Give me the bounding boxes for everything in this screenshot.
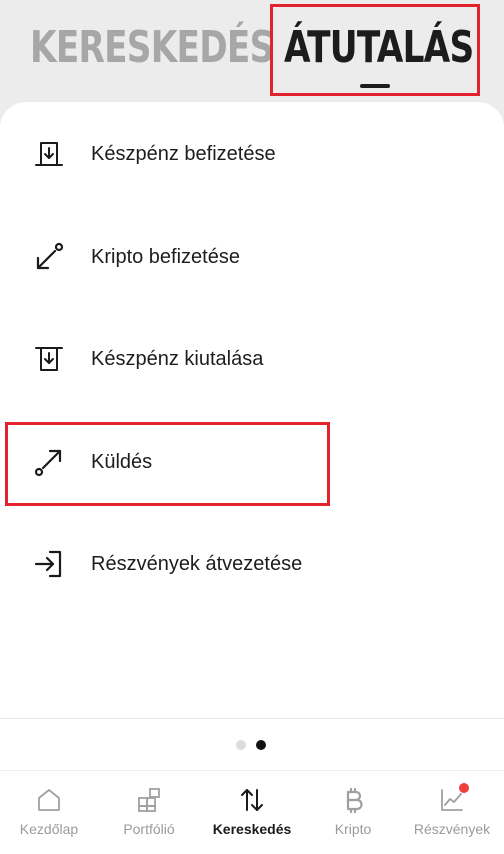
notification-badge — [459, 783, 469, 793]
menu-item-send[interactable]: Küldés — [0, 422, 504, 502]
bottom-nav: Kezdőlap Portfólió Kereskedés Kripto Rés… — [0, 770, 504, 854]
menu-item-label: Küldés — [91, 450, 153, 473]
nav-label: Kezdőlap — [19, 821, 79, 837]
nav-label: Kripto — [334, 821, 372, 837]
cash-deposit-icon — [32, 137, 66, 171]
app-screen: KERESKEDÉS ÁTUTALÁS Készpénz befizetése — [0, 0, 504, 854]
portfolio-icon — [134, 785, 164, 815]
menu-item-cash-deposit[interactable]: Készpénz befizetése — [0, 114, 504, 194]
active-tab-indicator — [360, 84, 390, 88]
nav-label: Kereskedés — [212, 821, 292, 837]
tab-atutalas[interactable]: ÁTUTALÁS — [284, 18, 474, 78]
transfer-menu-card: Készpénz befizetése Kripto befizetése Ké… — [0, 102, 504, 722]
nav-item-home[interactable]: Kezdőlap — [6, 771, 92, 854]
menu-item-label: Kripto befizetése — [91, 245, 240, 268]
nav-item-trade[interactable]: Kereskedés — [204, 771, 300, 854]
menu-item-label: Készpénz befizetése — [91, 142, 276, 165]
page-indicator — [236, 740, 266, 750]
transfer-stocks-icon — [32, 547, 66, 581]
cash-withdraw-icon — [32, 342, 66, 376]
page-dot-2[interactable] — [256, 740, 266, 750]
nav-item-crypto[interactable]: Kripto — [318, 771, 388, 854]
trade-arrows-icon — [237, 785, 267, 815]
home-icon — [34, 785, 64, 815]
stocks-chart-icon — [437, 783, 469, 815]
menu-item-label: Készpénz kiutalása — [91, 347, 264, 370]
crypto-deposit-icon — [32, 240, 66, 274]
divider — [0, 718, 504, 719]
page-dot-1[interactable] — [236, 740, 246, 750]
menu-item-transfer-stocks[interactable]: Részvények átvezetése — [0, 524, 504, 604]
menu-item-cash-withdraw[interactable]: Készpénz kiutalása — [0, 319, 504, 399]
nav-label: Részvények — [413, 821, 491, 837]
menu-item-label: Részvények átvezetése — [91, 552, 303, 575]
tab-kereskedes[interactable]: KERESKEDÉS — [30, 18, 274, 78]
nav-item-stocks[interactable]: Részvények — [404, 771, 500, 854]
bitcoin-icon — [338, 785, 368, 815]
header-tabs: KERESKEDÉS ÁTUTALÁS — [0, 0, 504, 104]
send-icon — [32, 445, 66, 479]
nav-label: Portfólió — [123, 821, 175, 837]
nav-item-portfolio[interactable]: Portfólió — [106, 771, 192, 854]
menu-item-crypto-deposit[interactable]: Kripto befizetése — [0, 217, 504, 297]
